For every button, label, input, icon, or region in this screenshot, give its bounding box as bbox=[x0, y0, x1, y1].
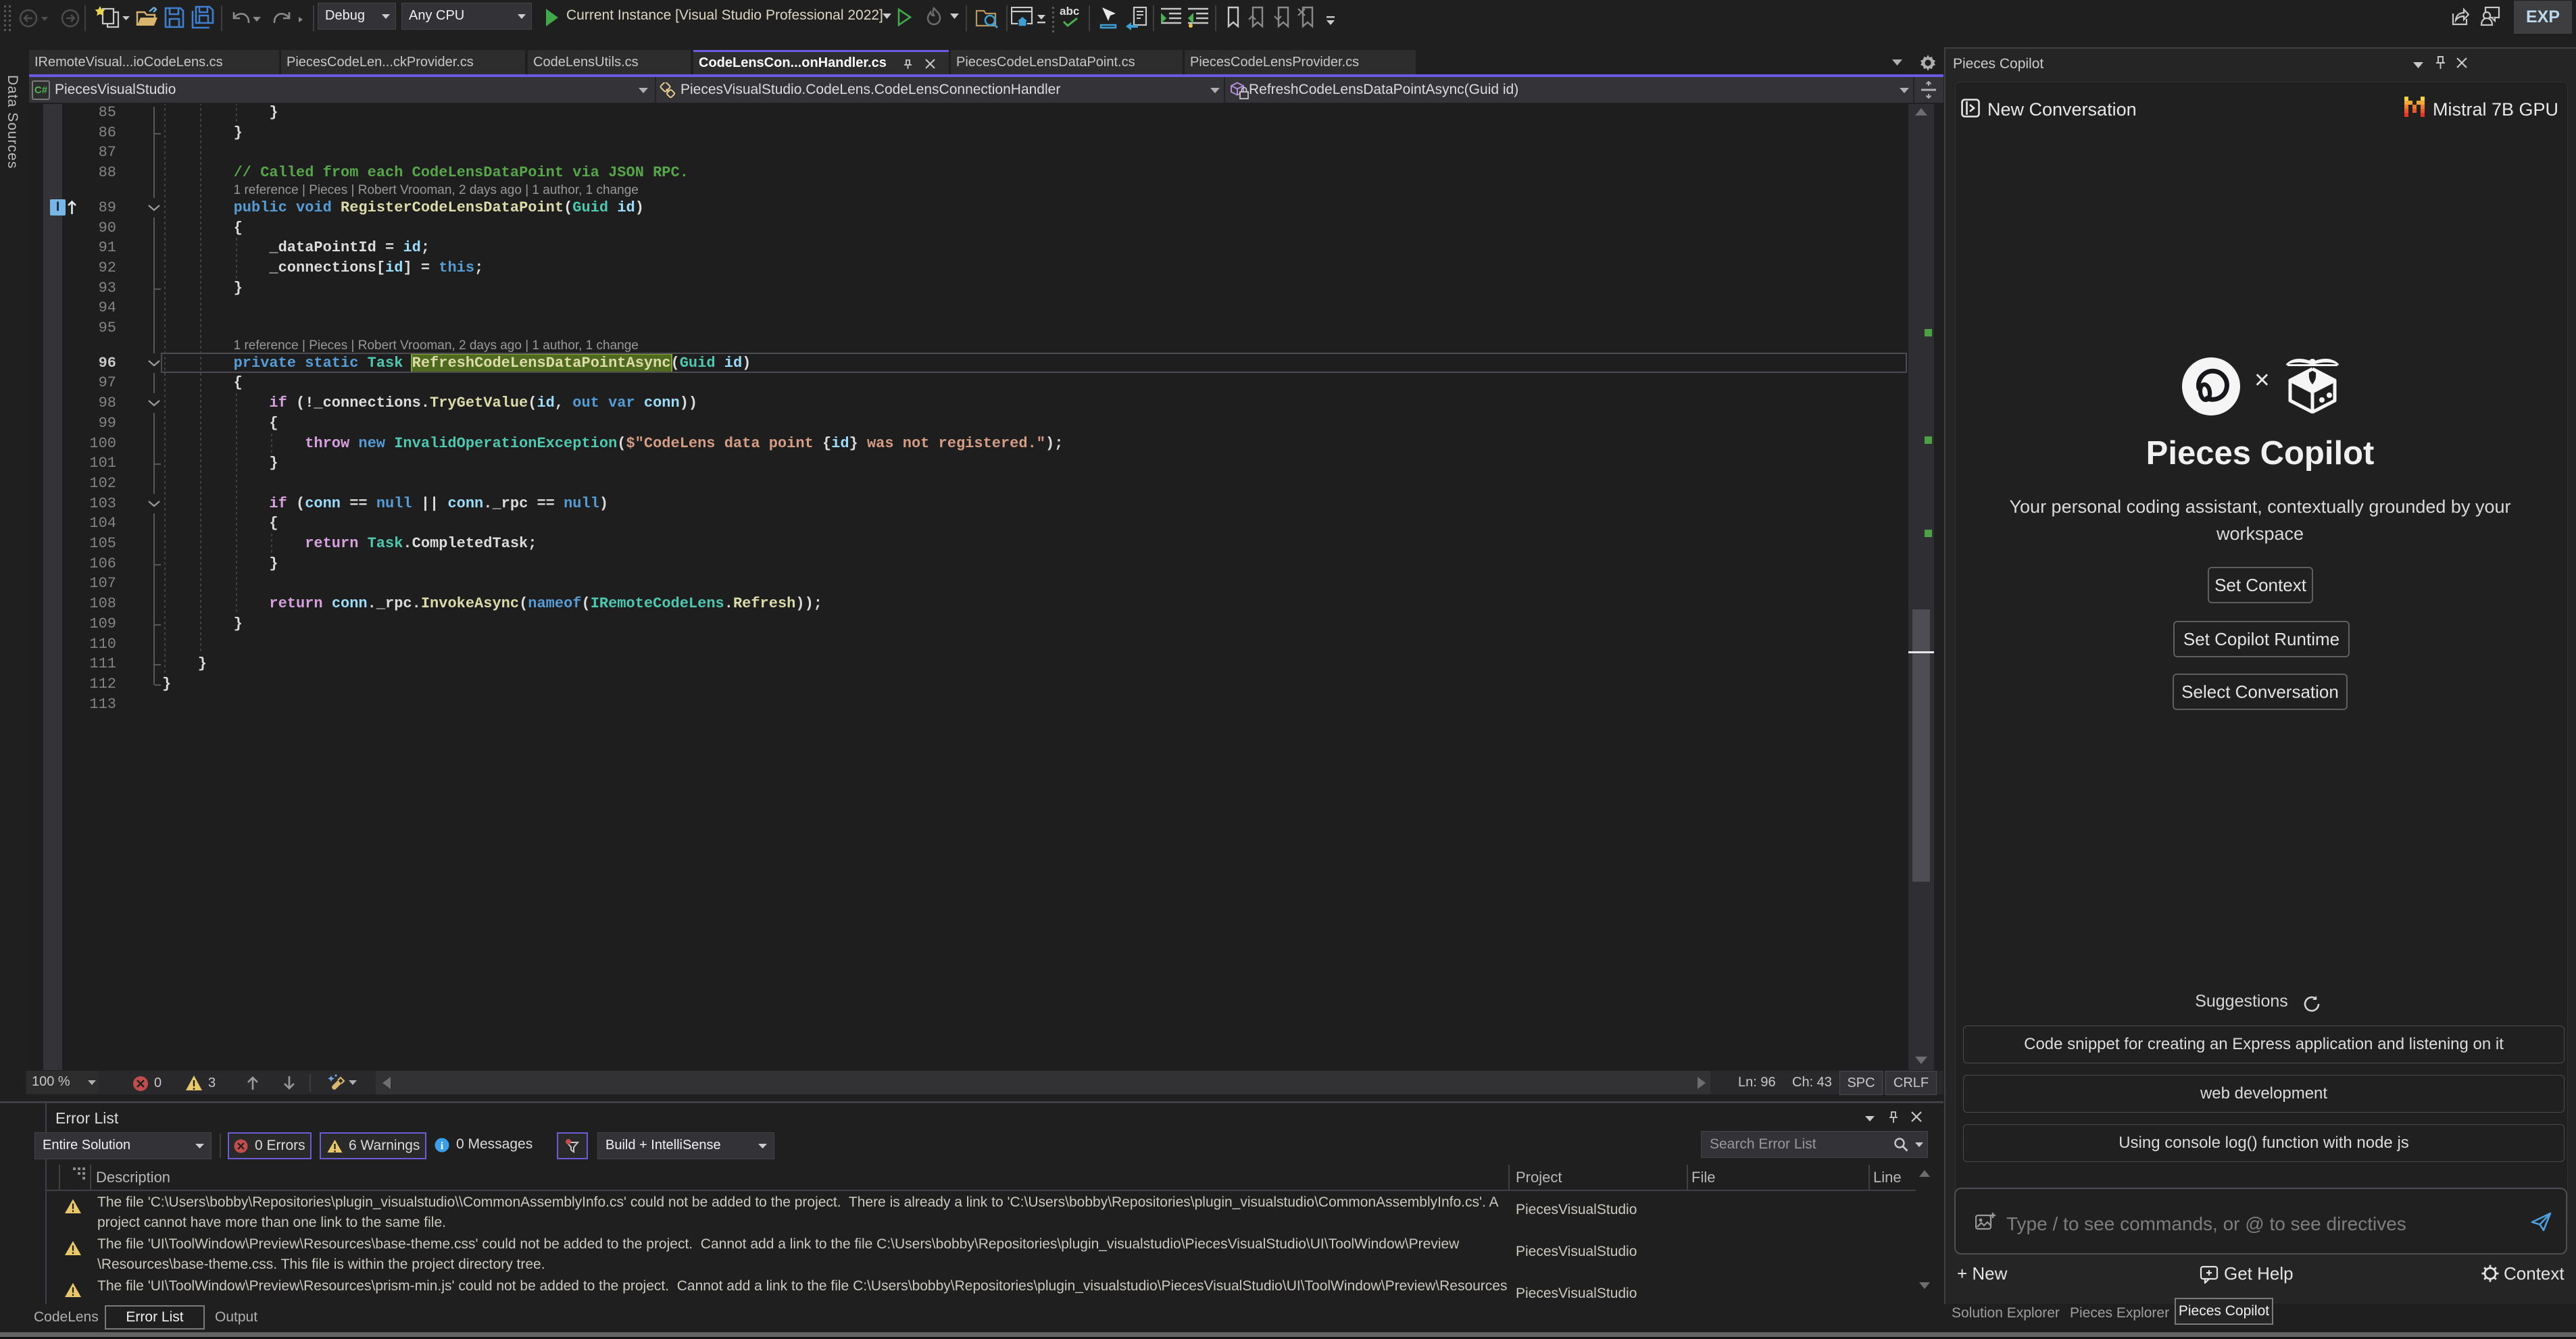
svg-text:i: i bbox=[441, 1140, 444, 1152]
